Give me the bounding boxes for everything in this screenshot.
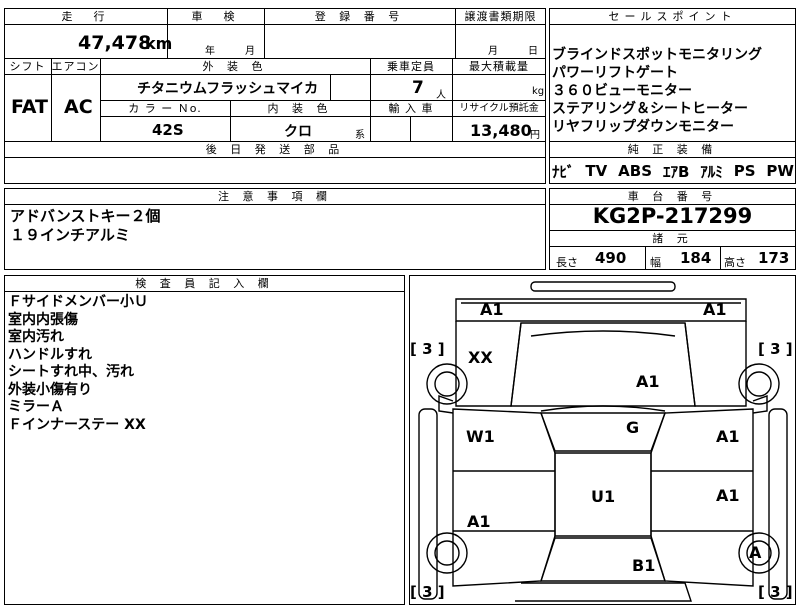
inspector-note-item: 室内内張傷	[8, 311, 78, 328]
inspector-note-item: 室内汚れ	[8, 329, 64, 345]
mileage-unit: km	[145, 34, 173, 53]
capacity-value: 7	[412, 78, 424, 98]
max-load-header: 最大積載量	[469, 60, 529, 73]
equipment-item: ｴｱB	[662, 162, 690, 181]
tire-fl-label: [ 3 ]	[410, 340, 445, 358]
aircon-header: エアコン	[51, 60, 100, 73]
shift-header: シフト	[9, 60, 46, 73]
sales-point-item: ステアリング＆シートヒーター	[552, 101, 748, 117]
exterior-color-value: チタニウムフラッシュマイカ	[137, 81, 319, 97]
inspector-notes-list: Ｆサイドメンバー小Ｕ 室内内張傷 室内汚れ ハンドルすれ シートすれ中、汚れ 外装小傷有り…	[8, 294, 148, 434]
inspector-note-item: ハンドルすれ	[8, 346, 92, 363]
inspector-note-item: シートすれ中、汚れ	[8, 364, 134, 380]
genuine-equipment-list: ﾅﾋﾞ TV ABS ｴｱB ｱﾙﾐ PS PW	[552, 159, 794, 183]
sales-point-item: リヤフリップダウンモニター	[552, 119, 734, 135]
inspection-header: 車 検	[191, 10, 240, 23]
max-load-unit: kg	[532, 86, 545, 97]
length-value: 490	[595, 249, 627, 267]
notes-list: アドバンストキー２個 １９インチアルミ	[10, 207, 160, 245]
front-right-label: A1	[703, 300, 727, 319]
width-label: 幅	[650, 256, 661, 269]
sales-points-list: ブラインドスポットモニタリング パワーリフトゲート ３６０ビューモニターステアリング…	[552, 46, 794, 136]
note-item: １９インチアルミ	[10, 226, 130, 244]
chassis-number: KG2P-217299	[592, 204, 753, 228]
notes-header: 注 意 事 項 欄	[218, 190, 332, 203]
transfer-day-unit: 日	[528, 46, 538, 57]
right-front-door-label: A1	[716, 427, 740, 446]
recycle-unit: 円	[530, 130, 540, 141]
mileage-value: 47,478	[78, 32, 152, 54]
capacity-header: 乗車定員	[387, 60, 435, 73]
import-header: 輸 入 車	[388, 102, 434, 115]
equipment-item: PS	[733, 162, 756, 180]
transfer-month-unit: 月	[488, 46, 498, 57]
sales-point-item: パワーリフトゲート	[552, 65, 678, 81]
recycle-value: 13,480	[470, 121, 532, 140]
inspector-note-item: Ｆインナーステー XX	[8, 416, 146, 433]
tire-fr-value: 3	[770, 340, 781, 358]
inspection-year-unit: 年	[205, 46, 215, 57]
chassis-header: 車 台 番 号	[627, 190, 718, 203]
inspector-note-item: ミラーＡ	[8, 399, 64, 415]
inspection-month-unit: 月	[245, 46, 255, 57]
tire-rl-label: [ 3 ]	[410, 583, 445, 601]
roof-label: U1	[591, 487, 616, 506]
height-value: 173	[758, 249, 790, 267]
interior-color-suffix: 系	[355, 130, 365, 141]
sales-point-item: ３６０ビューモニター	[552, 83, 692, 99]
registration-header: 登 録 番 号	[314, 10, 405, 23]
tire-fr-label: [ 3 ]	[758, 340, 793, 358]
left-front-fender-label: XX	[468, 348, 493, 367]
mileage-header: 走 行	[61, 10, 110, 23]
hood-label: A1	[636, 372, 660, 391]
genuine-equipment-header: 純 正 装 備	[627, 143, 718, 156]
transfer-header: 譲渡書類期限	[464, 10, 537, 23]
equipment-item: TV	[585, 162, 608, 180]
rear-gate-label: B1	[632, 556, 656, 575]
specs-header: 諸 元	[652, 232, 693, 245]
tire-fl-value: 3	[422, 340, 433, 358]
right-rear-fender-label: A	[749, 543, 762, 562]
color-no-header: カ ラ ー Ｎo.	[128, 102, 202, 115]
tire-rr-label: [ 3 ]	[758, 583, 793, 601]
width-value: 184	[680, 249, 712, 267]
length-label: 長さ	[556, 256, 578, 269]
interior-color-value: クロ	[284, 124, 312, 140]
capacity-unit: 人	[436, 90, 446, 101]
right-rear-door-label: A1	[716, 486, 740, 505]
later-parts-header: 後 日 発 送 部 品	[205, 143, 345, 156]
front-left-label: A1	[480, 300, 504, 319]
equipment-item: ﾅﾋﾞ	[552, 162, 575, 181]
recycle-header: リサイクル預託金	[459, 103, 539, 114]
note-item: アドバンストキー２個	[10, 207, 161, 225]
equipment-item: PW	[766, 162, 794, 180]
tire-rr-value: 3	[770, 583, 781, 601]
inspector-note-item: 外装小傷有り	[8, 381, 92, 398]
inspector-header: 検 査 員 記 入 欄	[135, 277, 274, 290]
tire-rl-value: 3	[422, 583, 433, 601]
inspector-note-item: Ｆサイドメンバー小Ｕ	[8, 294, 148, 310]
equipment-item: ABS	[618, 162, 653, 180]
left-front-door-label: W1	[466, 427, 495, 446]
height-label: 高さ	[724, 256, 746, 269]
color-no-value: 42S	[152, 121, 184, 139]
left-rear-door-label: A1	[467, 512, 491, 531]
equipment-item: ｱﾙﾐ	[700, 162, 723, 181]
aircon-value: AC	[64, 96, 93, 118]
shift-value: FAT	[11, 96, 48, 118]
sales-points-header: セールスポイント	[608, 10, 737, 23]
interior-color-header: 内 装 色	[267, 102, 333, 115]
exterior-color-header: 外 装 色	[202, 60, 268, 73]
windshield-label: G	[626, 418, 640, 437]
sales-point-item: ブラインドスポットモニタリング	[552, 47, 762, 63]
